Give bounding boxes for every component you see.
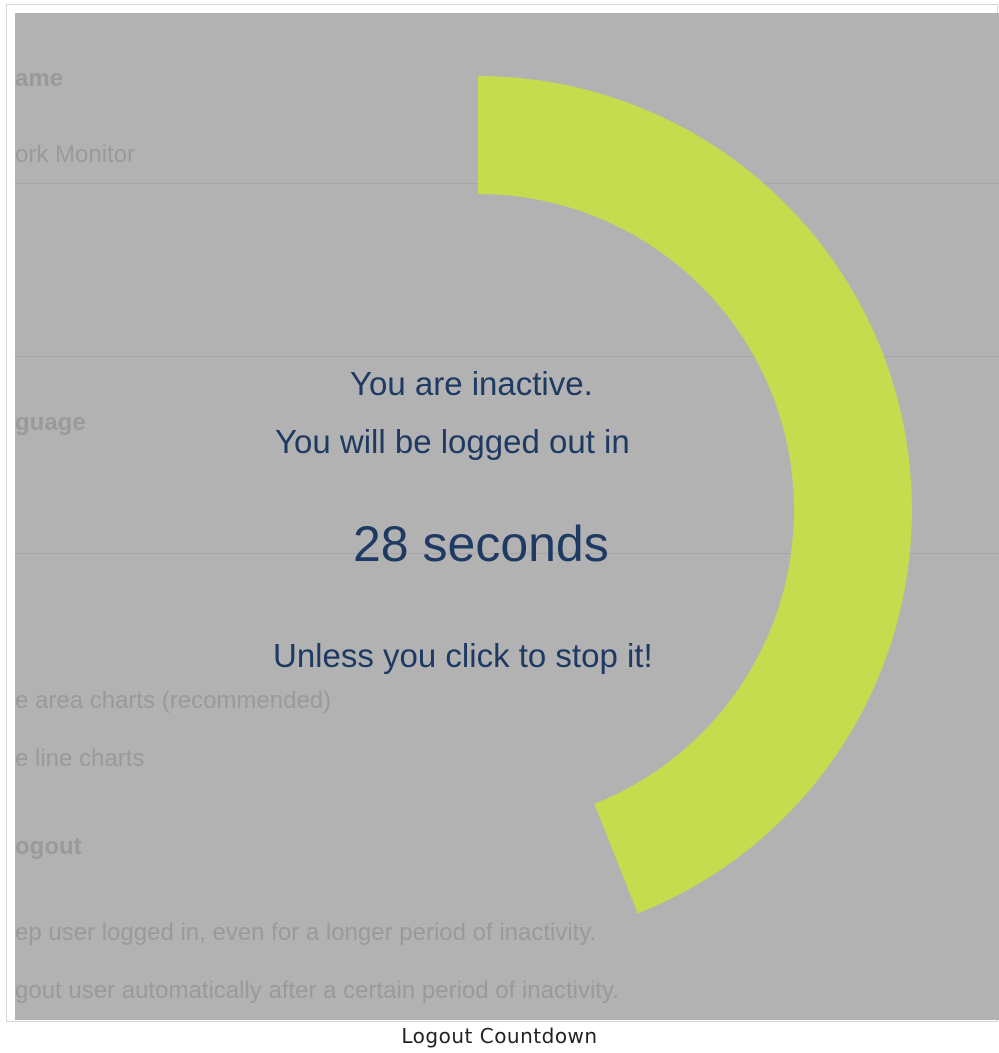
logout-warning-message: You will be logged out in <box>275 423 630 460</box>
figure-caption: Logout Countdown <box>401 1024 598 1048</box>
inactive-message: You are inactive. <box>350 365 593 402</box>
countdown-progress-arc <box>477 76 912 914</box>
logout-overlay-screenshot[interactable]: ame ork Monitor guage e area charts (rec… <box>15 13 999 1020</box>
countdown-timer: 28 seconds <box>353 516 609 572</box>
click-to-stop-message[interactable]: Unless you click to stop it! <box>273 637 653 675</box>
